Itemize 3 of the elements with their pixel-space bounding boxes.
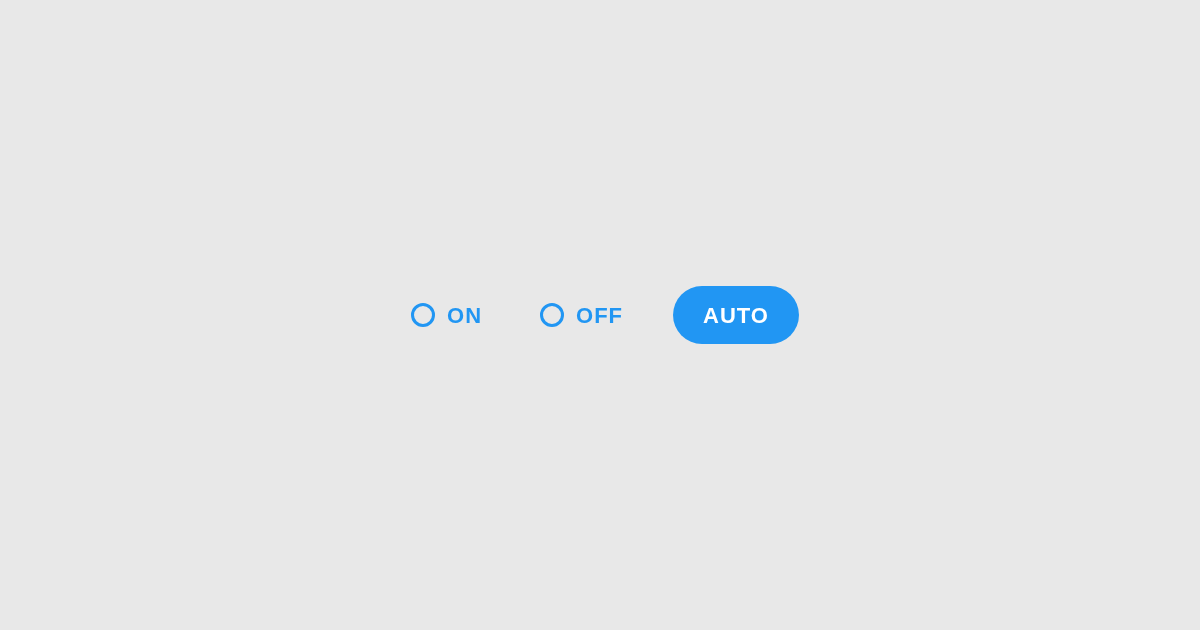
mode-option[interactable]: AUTO <box>673 286 799 344</box>
mode-option[interactable]: OFF <box>532 286 632 344</box>
mode-option[interactable]: ON <box>403 286 491 344</box>
